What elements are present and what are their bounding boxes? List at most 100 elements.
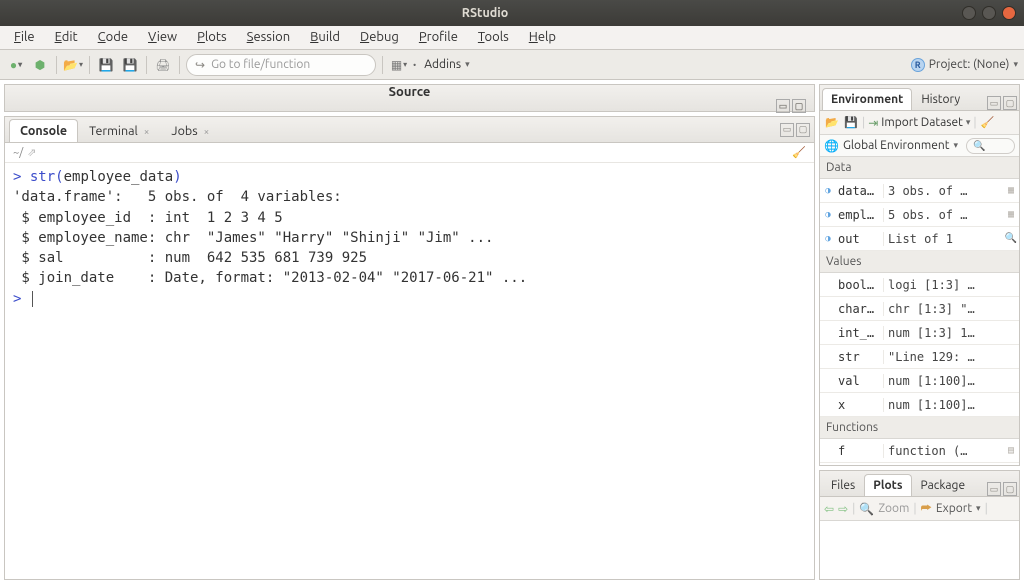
minimize-pane-icon[interactable]: ▭ <box>780 123 794 137</box>
save-workspace-icon[interactable]: 💾 <box>843 115 859 131</box>
env-value: num [1:100]… <box>884 398 1019 412</box>
tab-files[interactable]: Files <box>822 474 864 496</box>
chevron-down-icon[interactable]: ▾ <box>953 140 958 151</box>
files-tabstrip: Files Plots Package ▭ ▢ <box>820 471 1019 497</box>
clear-console-icon[interactable]: 🧹 <box>792 146 806 159</box>
env-row[interactable]: char…chr [1:3] "… <box>820 297 1019 321</box>
close-icon[interactable]: × <box>204 126 210 137</box>
env-row[interactable]: ◑data…3 obs. of …▦ <box>820 179 1019 203</box>
env-row[interactable]: ffunction (…▤ <box>820 439 1019 463</box>
source-pane: Source ▭ ▢ <box>4 84 815 112</box>
tab-packages[interactable]: Package <box>912 474 975 496</box>
new-project-button[interactable]: ⬢ <box>30 55 50 75</box>
menu-tools[interactable]: Tools <box>468 26 519 49</box>
env-value: function (… <box>884 444 1003 458</box>
minimize-pane-icon[interactable]: ▭ <box>987 482 1001 496</box>
plot-area <box>820 521 1019 579</box>
tab-terminal-label: Terminal <box>89 124 138 138</box>
save-button[interactable]: 💾 <box>96 55 116 75</box>
env-value: "Line 129: … <box>884 350 1019 364</box>
r-logo-icon: R <box>911 58 925 72</box>
addins-label: Addins <box>424 58 461 71</box>
expand-icon[interactable]: ◑ <box>820 186 836 196</box>
project-selector[interactable]: R Project: (None) ▾ <box>911 58 1018 72</box>
goto-file-input[interactable]: ↪ Go to file/function <box>186 54 376 76</box>
scope-label[interactable]: Global Environment <box>843 139 950 152</box>
menu-plots[interactable]: Plots <box>187 26 237 49</box>
print-button[interactable]: 🖨 <box>153 55 173 75</box>
env-row[interactable]: ◑outList of 1🔍 <box>820 227 1019 251</box>
close-icon[interactable]: × <box>144 126 150 137</box>
maximize-pane-icon[interactable]: ▢ <box>1003 96 1017 110</box>
menu-build[interactable]: Build <box>300 26 350 49</box>
maximize-pane-icon[interactable]: ▢ <box>1003 482 1017 496</box>
tab-environment[interactable]: Environment <box>822 88 912 110</box>
env-value: num [1:100]… <box>884 374 1019 388</box>
close-button[interactable] <box>1002 6 1016 20</box>
expand-icon[interactable]: ◑ <box>820 234 836 244</box>
new-file-button[interactable]: ● <box>6 55 26 75</box>
save-all-button[interactable]: 💾 <box>120 55 140 75</box>
console-subbar: ~/ ⇗ 🧹 <box>5 143 814 163</box>
minimize-pane-icon[interactable]: ▭ <box>776 99 790 113</box>
separator <box>179 56 180 74</box>
zoom-icon[interactable]: 🔍 <box>859 502 874 516</box>
tab-history[interactable]: History <box>912 88 969 110</box>
menu-session[interactable]: Session <box>237 26 300 49</box>
load-workspace-icon[interactable]: 📂 <box>824 115 840 131</box>
tab-console[interactable]: Console <box>9 119 78 142</box>
tab-plots[interactable]: Plots <box>864 474 911 496</box>
menu-code[interactable]: Code <box>88 26 138 49</box>
clear-workspace-icon[interactable]: 🧹 <box>980 115 996 131</box>
env-row[interactable]: int_…num [1:3] 1… <box>820 321 1019 345</box>
tab-terminal[interactable]: Terminal × <box>78 119 160 142</box>
menu-edit[interactable]: Edit <box>45 26 88 49</box>
cwd-arrow-icon[interactable]: ⇗ <box>27 146 36 159</box>
export-button[interactable]: ⮫ Export ▾ <box>921 502 981 516</box>
env-row[interactable]: ◑empl…5 obs. of …▦ <box>820 203 1019 227</box>
addins-button[interactable]: Addins ▾ <box>420 56 473 73</box>
minimize-pane-icon[interactable]: ▭ <box>987 96 1001 110</box>
search-icon[interactable]: 🔍 <box>1003 233 1019 244</box>
environment-pane: Environment History ▭ ▢ 📂 💾 | ⇥ Import D… <box>819 84 1020 466</box>
maximize-button[interactable] <box>982 6 996 20</box>
main-toolbar: ● ⬢ 📂 💾 💾 🖨 ↪ Go to file/function ▦ • Ad… <box>0 50 1024 80</box>
menu-file[interactable]: File <box>4 26 45 49</box>
zoom-label[interactable]: Zoom <box>878 502 909 515</box>
menu-view[interactable]: View <box>138 26 187 49</box>
env-tabstrip: Environment History ▭ ▢ <box>820 85 1019 111</box>
titlebar: RStudio <box>0 0 1024 26</box>
menu-help[interactable]: Help <box>519 26 566 49</box>
grid-icon[interactable]: ▦ <box>1003 209 1019 220</box>
maximize-pane-icon[interactable]: ▢ <box>796 123 810 137</box>
open-file-button[interactable]: 📂 <box>63 55 83 75</box>
view-source-icon[interactable]: ▤ <box>1003 445 1019 456</box>
grid-button[interactable]: ▦ <box>389 55 409 75</box>
maximize-pane-icon[interactable]: ▢ <box>792 99 806 113</box>
expand-icon[interactable]: ◑ <box>820 210 836 220</box>
minimize-button[interactable] <box>962 6 976 20</box>
menu-debug[interactable]: Debug <box>350 26 409 49</box>
window-title: RStudio <box>8 6 962 20</box>
env-value: 5 obs. of … <box>884 208 1003 222</box>
plot-next-icon[interactable]: ⇨ <box>838 502 848 516</box>
cursor <box>32 291 41 307</box>
separator <box>89 56 90 74</box>
plots-toolbar: ⇦ ⇨ | 🔍 Zoom | ⮫ Export ▾ | <box>820 497 1019 521</box>
menu-profile[interactable]: Profile <box>409 26 468 49</box>
plot-prev-icon[interactable]: ⇦ <box>824 502 834 516</box>
import-dataset-button[interactable]: ⇥ Import Dataset ▾ <box>868 116 970 130</box>
chevron-down-icon: ▾ <box>1013 59 1018 70</box>
console-body[interactable]: > str(employee_data) 'data.frame': 5 obs… <box>5 163 814 579</box>
console-out-4: $ join_date : Date, format: "2013-02-04"… <box>13 270 527 286</box>
env-row[interactable]: bool…logi [1:3] … <box>820 273 1019 297</box>
env-row[interactable]: valnum [1:100]… <box>820 369 1019 393</box>
env-row[interactable]: xnum [1:100]… <box>820 393 1019 417</box>
chevron-down-icon: ▾ <box>976 503 981 514</box>
env-name: out <box>836 232 884 246</box>
env-search-input[interactable] <box>966 138 1015 154</box>
grid-icon[interactable]: ▦ <box>1003 185 1019 196</box>
tab-jobs[interactable]: Jobs × <box>160 119 220 142</box>
env-row[interactable]: str"Line 129: … <box>820 345 1019 369</box>
console-fn: str <box>30 169 55 185</box>
